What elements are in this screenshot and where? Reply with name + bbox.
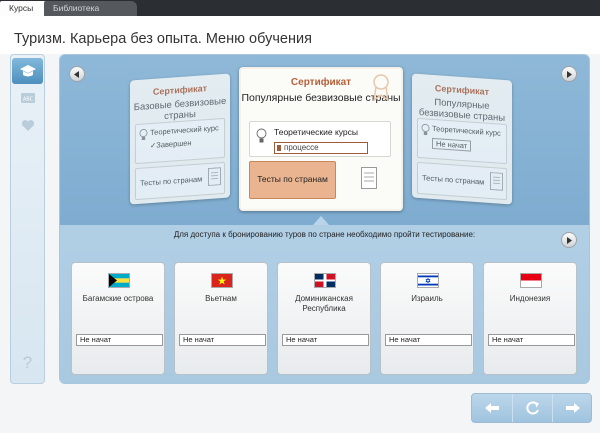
certificate-card-popular[interactable]: Сертификат Популярные безвизовые страны … [239,67,403,211]
award-ribbon-icon [373,74,389,101]
document-icon [361,167,377,189]
graduation-cap-button[interactable] [12,58,43,84]
lightbulb-icon [421,123,430,136]
booking-notice: Для доступа к бронированию туров по стра… [173,230,476,239]
back-button[interactable] [472,394,511,422]
tab-bar: Курсы Библиотека [0,0,600,16]
country-status: Не начат [76,334,163,346]
country-card-vietnam[interactable]: Вьетнам Не начат [174,262,268,375]
country-name: Индонезия [509,294,551,303]
country-name: Доминиканская Республика [295,294,353,313]
country-card-dominican-republic[interactable]: Доминиканская Республика Не начат [277,262,371,375]
tab-library[interactable]: Библиотека [44,1,137,16]
tests-label: Тесты по странам [422,173,485,187]
help-button[interactable]: ? [11,353,44,373]
country-card-bahamas[interactable]: Багамские острова Не начат [71,262,165,375]
course-box[interactable]: Теоретический курс Не начат [417,117,507,165]
course-label: Теоретические курсы [274,127,358,137]
country-name: Израиль [411,294,443,303]
course-status: Не начат [432,137,472,152]
lightbulb-icon [139,129,148,141]
lightbulb-icon [256,128,267,143]
document-icon [208,167,221,187]
arrow-left-icon [484,403,499,413]
course-label: Теоретический курс [150,123,219,138]
tests-button[interactable]: Тесты по странам [249,161,336,199]
carousel-pointer [313,216,329,225]
certificate-carousel: Сертификат Базовые безвизовые страны Тео… [60,55,589,225]
svg-text:ABC: ABC [22,97,33,103]
course-status: ✓Завершен [150,138,192,151]
header: Туризм. Карьера без опыта. Меню обучения [0,16,600,54]
country-status: Не начат [282,334,369,346]
country-name: Багамские острова [82,294,154,303]
country-status: Не начат [179,334,266,346]
country-status: Не начат [488,334,575,346]
page-title: Туризм. Карьера без опыта. Меню обучения [14,31,312,47]
left-rail: ABC ? [10,54,45,384]
carousel-next-button[interactable] [561,66,577,82]
indonesia-flag-icon [520,273,542,288]
tests-box[interactable]: Тесты по странам [417,161,507,201]
country-card-israel[interactable]: Израиль Не начат [380,262,474,375]
tests-label: Тесты по странам [257,174,328,184]
course-box[interactable]: Теоретический курс ✓Завершен [135,117,225,165]
main-panel: Сертификат Базовые безвизовые страны Тео… [59,54,590,384]
abc-book-button[interactable]: ABC [12,85,43,111]
abc-book-icon: ABC [20,93,35,103]
israel-flag-icon [417,273,439,288]
vietnam-flag-icon [211,273,233,288]
country-status: Не начат [385,334,472,346]
graduation-cap-icon [19,65,36,77]
country-card-indonesia[interactable]: Индонезия Не начат [483,262,577,375]
bahamas-flag-icon [108,273,130,288]
carousel-prev-button[interactable] [69,66,85,82]
course-label: Теоретический курс [432,123,501,138]
dominican-republic-flag-icon [314,273,336,288]
tests-box[interactable]: Тесты по странам [135,161,225,201]
refresh-button[interactable] [512,394,552,422]
tests-label: Тесты по странам [140,174,203,188]
triangle-right-icon [567,70,572,78]
course-progress: процессе [274,142,368,154]
countries-next-button[interactable] [561,232,577,248]
country-name: Вьетнам [205,294,237,303]
forward-button[interactable] [552,394,592,422]
document-icon [490,171,503,191]
refresh-icon [525,401,539,415]
bottom-navigation [471,393,592,423]
certificate-card-basic[interactable]: Сертификат Базовые безвизовые страны Тео… [130,73,230,205]
course-box[interactable]: Теоретические курсы процессе [249,121,391,157]
triangle-left-icon [74,70,79,78]
heart-icon [21,119,34,131]
favorites-button[interactable] [12,112,43,138]
triangle-right-icon [567,236,572,244]
certificate-card-popular-next[interactable]: Сертификат Популярные безвизовые страны … [412,73,512,205]
arrow-right-icon [565,403,580,413]
